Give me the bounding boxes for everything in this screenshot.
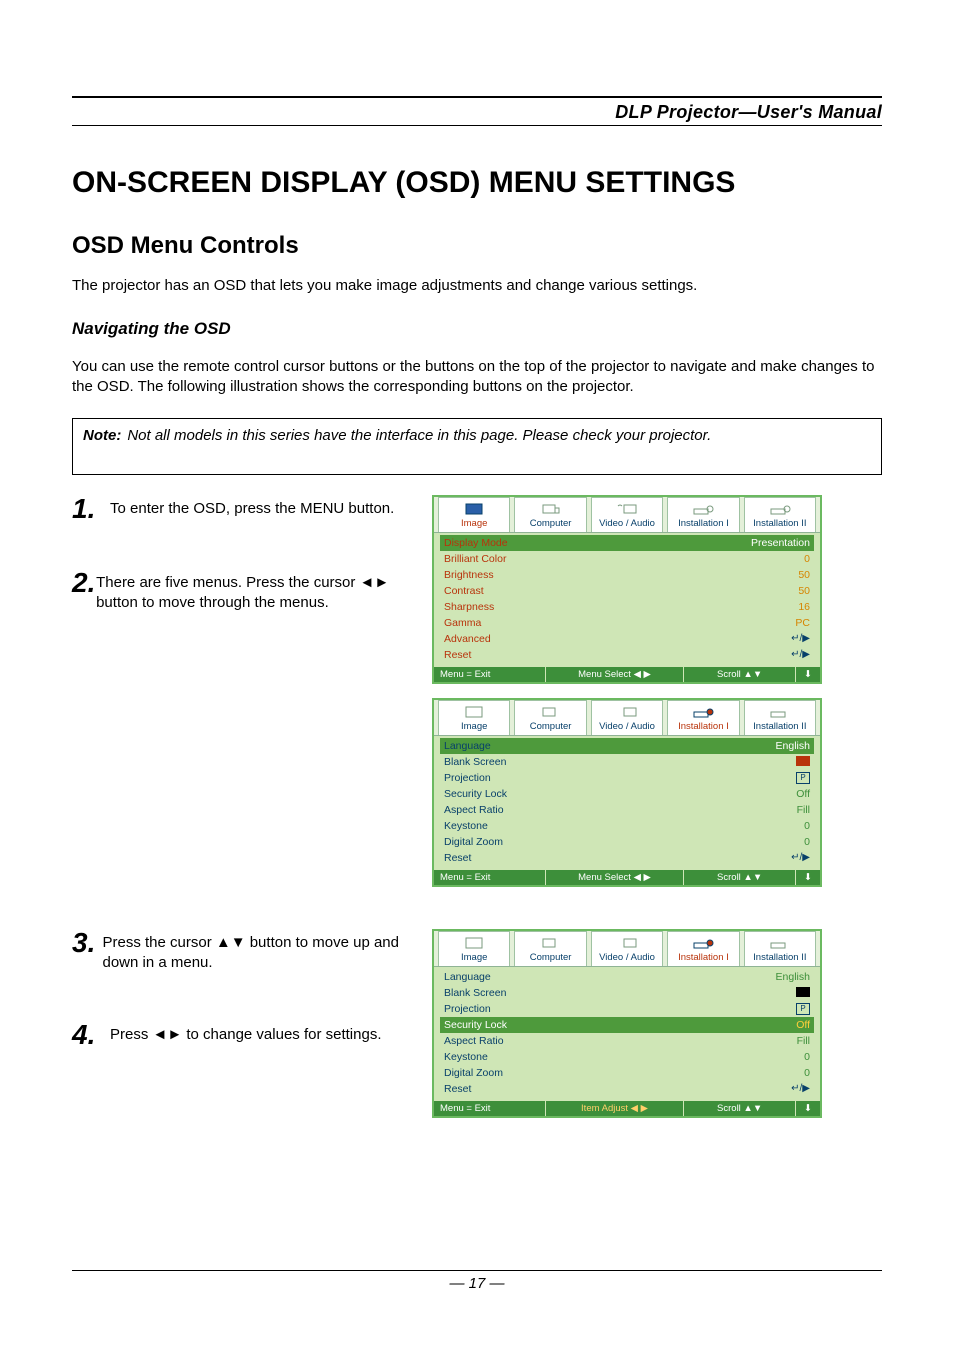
- step-text-2: There are five menus. Press the cursor ◄…: [96, 569, 432, 614]
- osd-row: ProjectionP: [440, 770, 814, 786]
- intro-text: The projector has an OSD that lets you m…: [72, 276, 882, 296]
- osd-tab-computer[interactable]: Computer: [514, 497, 586, 532]
- step-num-3: 3.: [72, 929, 102, 974]
- blank-screen-swatch: [796, 987, 810, 997]
- osd-tab-image[interactable]: Image: [438, 497, 510, 532]
- osd-tab-image[interactable]: Image: [438, 931, 510, 966]
- osd-tab-image[interactable]: Image: [438, 700, 510, 735]
- nav-heading: Navigating the OSD: [72, 318, 882, 341]
- osd-row: Sharpness16: [440, 599, 814, 615]
- blank-screen-swatch: [796, 756, 810, 766]
- osd-tab-computer[interactable]: Computer: [514, 700, 586, 735]
- video-audio-icon: [616, 705, 638, 719]
- osd-row: Digital Zoom0: [440, 834, 814, 850]
- computer-icon: [540, 936, 562, 950]
- osd-tab-install2[interactable]: Installation II: [744, 497, 816, 532]
- osd-tab-install1[interactable]: Installation I: [667, 700, 739, 735]
- osd-row: LanguageEnglish: [440, 969, 814, 985]
- page-number: — 17 —: [72, 1275, 882, 1292]
- osd-tab-video[interactable]: Video / Audio: [591, 931, 663, 966]
- video-audio-icon: [616, 936, 638, 950]
- osd-tab-install2[interactable]: Installation II: [744, 931, 816, 966]
- video-audio-icon: [616, 502, 638, 516]
- step-num-4: 4.: [72, 1021, 110, 1049]
- osd-row: Aspect RatioFill: [440, 1033, 814, 1049]
- section-h2: OSD Menu Controls: [72, 232, 882, 260]
- section-h1: ON-SCREEN DISPLAY (OSD) MENU SETTINGS: [72, 166, 882, 200]
- step-num-1: 1.: [72, 495, 110, 523]
- computer-icon: [540, 705, 562, 719]
- install2-icon: [769, 705, 791, 719]
- note-text: Not all models in this series have the i…: [127, 427, 711, 444]
- osd-row: Security LockOff: [440, 786, 814, 802]
- osd-row: Reset↵/▶: [440, 850, 814, 866]
- osd-row: Aspect RatioFill: [440, 802, 814, 818]
- projection-icon: P: [796, 1003, 810, 1015]
- osd-row: GammaPC: [440, 615, 814, 631]
- note-box: Note: Not all models in this series have…: [72, 418, 882, 475]
- osd-row: ProjectionP: [440, 1001, 814, 1017]
- osd-footer: Menu = Exit Menu Select ◀ ▶ Scroll ▲▼ ⬇: [434, 667, 820, 682]
- osd-row: Contrast50: [440, 583, 814, 599]
- osd-row: LanguageEnglish: [440, 738, 814, 754]
- osd-row: Brilliant Color0: [440, 551, 814, 567]
- step-text-4: Press ◄► to change values for settings.: [110, 1021, 382, 1049]
- osd-panel-image: Image Computer Video / Audio Installatio…: [432, 495, 822, 684]
- osd-panel-install1: Image Computer Video / Audio Installatio…: [432, 698, 822, 887]
- page-footer: — 17 —: [72, 1270, 882, 1292]
- install1-icon: [692, 705, 714, 719]
- osd-row: Blank Screen: [440, 754, 814, 770]
- osd-row: Display ModePresentation: [440, 535, 814, 551]
- osd-row: Keystone0: [440, 1049, 814, 1065]
- osd-tab-install1[interactable]: Installation I: [667, 497, 739, 532]
- image-icon: [463, 502, 485, 516]
- computer-icon: [540, 502, 562, 516]
- step-text-1: To enter the OSD, press the MENU button.: [110, 495, 394, 523]
- osd-row: Security LockOff: [440, 1017, 814, 1033]
- osd-panel-install1-selected: Image Computer Video / Audio Installatio…: [432, 929, 822, 1118]
- install1-icon: [692, 502, 714, 516]
- osd-row: Blank Screen: [440, 985, 814, 1001]
- osd-row: Keystone0: [440, 818, 814, 834]
- osd-tab-install1[interactable]: Installation I: [667, 931, 739, 966]
- note-label: Note:: [83, 427, 121, 444]
- osd-row: Reset↵/▶: [440, 647, 814, 663]
- help-icon: ⬇: [796, 667, 820, 682]
- osd-row: Advanced↵/▶: [440, 631, 814, 647]
- install1-icon: [692, 936, 714, 950]
- osd-row: Digital Zoom0: [440, 1065, 814, 1081]
- osd-row: Brightness50: [440, 567, 814, 583]
- help-icon: ⬇: [796, 870, 820, 885]
- osd-tab-video[interactable]: Video / Audio: [591, 700, 663, 735]
- osd-tab-video[interactable]: Video / Audio: [591, 497, 663, 532]
- nav-body: You can use the remote control cursor bu…: [72, 357, 882, 398]
- osd-tab-computer[interactable]: Computer: [514, 931, 586, 966]
- step-text-3: Press the cursor ▲▼ button to move up an…: [102, 929, 432, 974]
- step-num-2: 2.: [72, 569, 96, 614]
- projection-icon: P: [796, 772, 810, 784]
- help-icon: ⬇: [796, 1101, 820, 1116]
- osd-row: Reset↵/▶: [440, 1081, 814, 1097]
- install2-icon: [769, 502, 791, 516]
- osd-tab-install2[interactable]: Installation II: [744, 700, 816, 735]
- install2-icon: [769, 936, 791, 950]
- image-icon: [463, 936, 485, 950]
- header-title: DLP Projector—User's Manual: [72, 102, 882, 123]
- osd-tabs: Image Computer Video / Audio Installatio…: [434, 497, 820, 533]
- image-icon: [463, 705, 485, 719]
